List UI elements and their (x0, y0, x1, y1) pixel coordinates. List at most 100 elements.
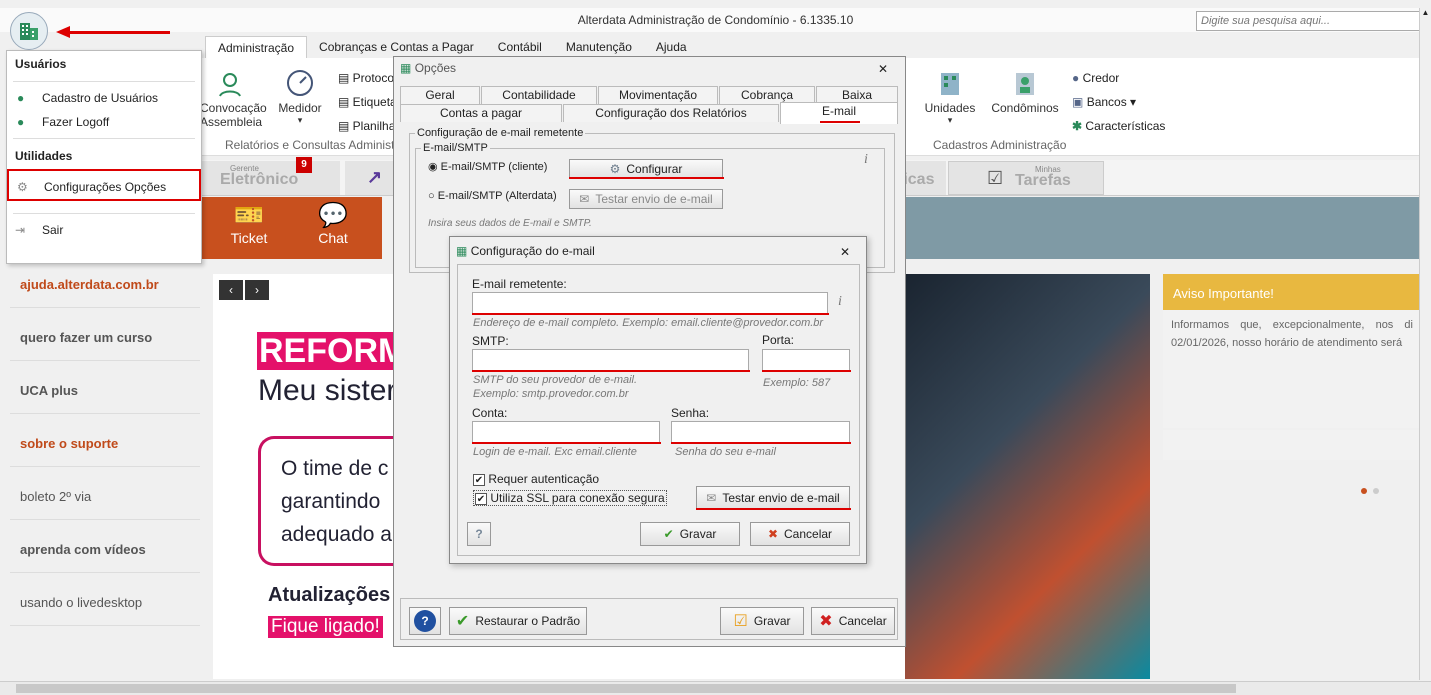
tab-movimentacao[interactable]: Movimentação (598, 86, 718, 104)
remetente-label: E-mail remetente: (472, 277, 567, 291)
building-icon (20, 23, 38, 40)
link-boleto[interactable]: boleto 2º via (10, 467, 200, 520)
ssl-checkbox[interactable]: ✔ Utiliza SSL para conexão segura (473, 490, 667, 506)
envelope-icon: ✉ (706, 491, 717, 505)
testar-opcoes-button[interactable]: ✉ Testar envio de e-mail (569, 189, 723, 209)
link-videos[interactable]: aprenda com vídeos (10, 520, 200, 573)
info-icon[interactable]: i (864, 152, 868, 168)
caracteristicas-button[interactable]: ✱ Características (1072, 114, 1165, 138)
config-cancelar-button[interactable]: ✖ Cancelar (750, 522, 850, 546)
brand-logo-icon: ↗ (367, 167, 383, 187)
tab-contas-pagar[interactable]: Contas a pagar (400, 104, 562, 122)
tab-config-relatorios[interactable]: Configuração dos Relatórios (563, 104, 779, 122)
tab-cobrancas[interactable]: Cobranças e Contas a Pagar (307, 36, 486, 58)
smtp-example: Exemplo: smtp.provedor.com.br (473, 388, 629, 400)
radio-alterdata[interactable]: ○ E-mail/SMTP (Alterdata) (428, 190, 557, 202)
req-auth-checkbox[interactable]: ✔ Requer autenticação (473, 472, 599, 486)
credor-button[interactable]: ● Credor (1072, 66, 1165, 90)
tab-manutencao[interactable]: Manutenção (554, 36, 644, 58)
scroll-thumb[interactable] (16, 684, 1236, 693)
convocacao-button[interactable]: Convocação Assembleia (200, 68, 267, 129)
next-arrow-icon[interactable]: › (245, 280, 269, 300)
envelope-icon: ✉ (579, 192, 590, 206)
annotation-underline (569, 177, 724, 179)
banner-image (905, 274, 1150, 679)
prev-arrow-icon[interactable]: ‹ (219, 280, 243, 300)
bancos-button[interactable]: ▣ Bancos ▾ (1072, 90, 1165, 114)
building-icon: ▦ (400, 61, 412, 75)
link-curso[interactable]: quero fazer um curso (10, 308, 200, 361)
separator (13, 138, 195, 139)
condominos-button[interactable]: Condôminos (988, 68, 1062, 115)
link-suporte[interactable]: sobre o suporte (10, 414, 200, 467)
radio-cliente[interactable]: ◉ E-mail/SMTP (cliente) (428, 160, 547, 173)
tile-brand[interactable]: ↗ (345, 161, 395, 195)
check-icon: ✔ (663, 527, 674, 541)
opcoes-close-icon[interactable]: ✕ (878, 62, 888, 76)
tab-administracao[interactable]: Administração (205, 36, 308, 58)
tab-contabilidade[interactable]: Contabilidade (481, 86, 597, 104)
banner-nav: ‹ › (219, 280, 269, 300)
exit-icon: ⇥ (15, 223, 26, 237)
medidor-button[interactable]: Medidor ▾ (272, 68, 328, 126)
ticket-button[interactable]: 🎫 Ticket (220, 202, 278, 246)
group-remetente-label: Configuração de e-mail remetente (415, 127, 586, 139)
smtp-input[interactable] (472, 349, 749, 371)
config-gravar-button[interactable]: ✔ Gravar (640, 522, 740, 546)
horizontal-scrollbar[interactable] (0, 681, 1431, 695)
scroll-up-icon[interactable]: ▲ (1420, 8, 1431, 17)
senha-input[interactable] (671, 421, 850, 443)
info-icon[interactable]: i (838, 294, 842, 310)
tab-geral[interactable]: Geral (400, 86, 480, 104)
tile-tarefas[interactable]: ☑ Minhas Tarefas (948, 161, 1104, 195)
separator (13, 213, 195, 214)
senha-label: Senha: (671, 406, 710, 420)
banner-fique: Fique ligado! (268, 616, 383, 638)
aviso-title: Aviso Importante! (1163, 274, 1421, 310)
asterisk-icon: ✱ (1072, 119, 1083, 133)
carousel-dot[interactable] (1373, 488, 1379, 494)
carousel-dot-active[interactable] (1361, 488, 1367, 494)
senha-hint: Senha do seu e-mail (675, 446, 776, 458)
tab-contabil[interactable]: Contábil (486, 36, 554, 58)
link-uca[interactable]: UCA plus (10, 361, 200, 414)
annotation-arrow (68, 31, 170, 34)
opcoes-cancelar-button[interactable]: ✖ Cancelar (811, 607, 895, 635)
building-icon (941, 73, 959, 95)
configurar-button[interactable]: ⚙ Configurar (569, 159, 723, 179)
medidor-label: Medidor (278, 101, 322, 115)
sair-item[interactable]: ⇥ Sair (7, 218, 201, 242)
configuracoes-opcoes-item[interactable]: ⚙ Configurações Opções (7, 169, 201, 201)
remetente-input[interactable] (472, 292, 828, 314)
link-livedesktop[interactable]: usando o livedesktop (10, 573, 200, 626)
annotation-underline (472, 313, 829, 315)
testar-envio-button[interactable]: ✉ Testar envio de e-mail (696, 486, 850, 510)
bank-icon: ▣ (1072, 95, 1084, 109)
vertical-scrollbar[interactable]: ▲ (1419, 8, 1431, 680)
annotation-underline (671, 442, 851, 444)
banner-atualizacoes: Atualizações (268, 584, 391, 606)
config-close-icon[interactable]: ✕ (840, 245, 850, 259)
search-input[interactable] (1196, 11, 1420, 31)
help-button[interactable]: ? (409, 607, 441, 635)
restaurar-button[interactable]: ✔ Restaurar o Padrão (449, 607, 587, 635)
check-icon: ✔ (455, 613, 470, 630)
tile-eletronico[interactable]: Gerente Eletrônico (200, 161, 340, 195)
porta-input[interactable] (762, 349, 850, 371)
tab-ajuda[interactable]: Ajuda (644, 36, 699, 58)
app-dropdown: Usuários ● Cadastro de Usuários ● Fazer … (6, 50, 202, 264)
checkbox-checked-icon: ✔ (475, 493, 487, 505)
cancel-icon: ✖ (819, 613, 833, 630)
app-menu-button[interactable] (10, 12, 48, 50)
porta-label: Porta: (762, 333, 795, 347)
person-building-icon (1016, 73, 1034, 95)
conta-input[interactable] (472, 421, 660, 443)
opcoes-gravar-button[interactable]: ☑ Gravar (720, 607, 804, 635)
unidades-button[interactable]: Unidades ▾ (922, 68, 978, 126)
config-help-icon[interactable]: ? (467, 522, 491, 546)
chat-button[interactable]: 💬 Chat (304, 202, 362, 246)
gear-icon: ⚙ (17, 180, 28, 194)
logoff-item[interactable]: ● Fazer Logoff (7, 110, 201, 134)
ribbon-group-relatorios: Relatórios e Consultas Administ... (225, 138, 405, 152)
cadastro-usuarios-item[interactable]: ● Cadastro de Usuários (7, 86, 201, 110)
